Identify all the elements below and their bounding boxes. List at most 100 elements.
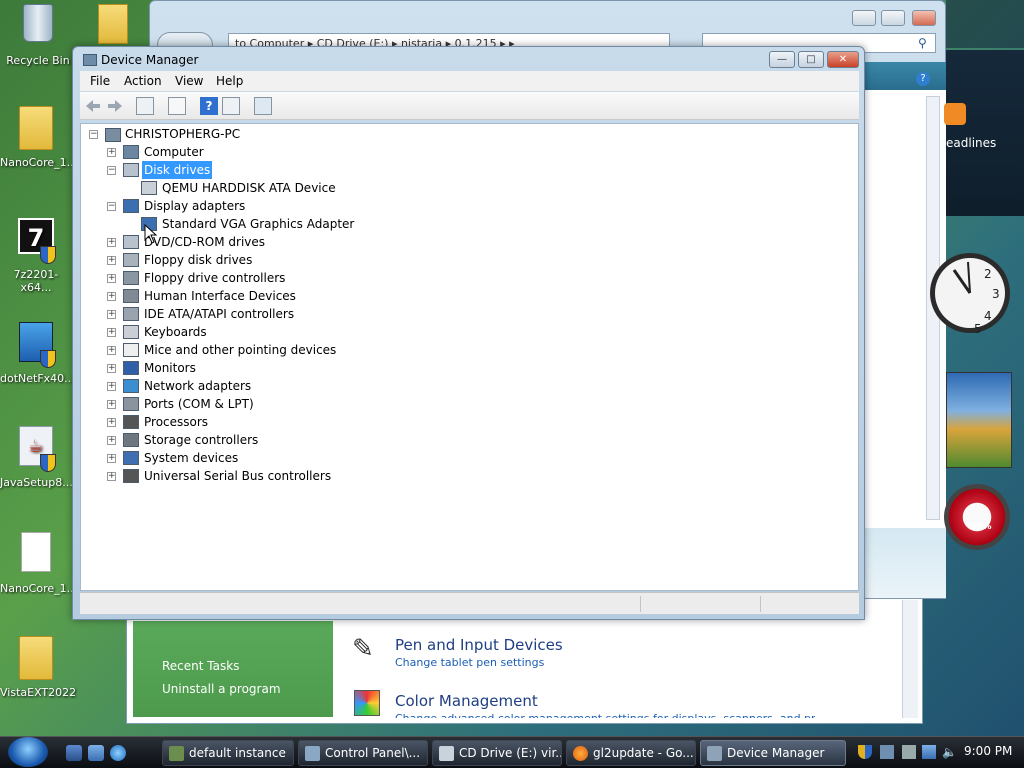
- expand-toggle[interactable]: +: [107, 436, 116, 445]
- show-hide-pane-icon[interactable]: [222, 97, 240, 115]
- menu-view[interactable]: View: [175, 74, 203, 88]
- device-category-icon: [123, 415, 139, 429]
- tree-category[interactable]: Network adapters: [142, 377, 253, 395]
- expand-toggle[interactable]: +: [107, 472, 116, 481]
- tree-category[interactable]: Floppy disk drives: [142, 251, 254, 269]
- control-panel-scrollbar[interactable]: [902, 600, 918, 718]
- expand-toggle[interactable]: +: [107, 256, 116, 265]
- desktop-icon-nanocore-file[interactable]: NanoCore_1...: [0, 532, 77, 595]
- desktop-icon-recycle-bin[interactable]: Recycle Bin: [2, 4, 74, 67]
- color-management-link[interactable]: Color Management: [395, 692, 538, 710]
- slideshow-gadget[interactable]: [946, 372, 1012, 468]
- folder-icon: [19, 106, 53, 150]
- scan-hardware-icon[interactable]: [254, 97, 272, 115]
- switch-windows-icon[interactable]: [88, 745, 104, 761]
- volume-icon[interactable]: 🔈: [942, 745, 957, 759]
- clock-time[interactable]: 9:00 PM: [964, 744, 1012, 758]
- tree-category[interactable]: Mice and other pointing devices: [142, 341, 338, 359]
- collapse-toggle[interactable]: −: [107, 202, 116, 211]
- feed-gadget[interactable]: [946, 50, 1024, 216]
- menu-action[interactable]: Action: [124, 74, 162, 88]
- menu-file[interactable]: File: [90, 74, 110, 88]
- pen-input-devices-link[interactable]: Pen and Input Devices: [395, 636, 563, 654]
- expand-toggle[interactable]: +: [107, 364, 116, 373]
- tree-category[interactable]: Universal Serial Bus controllers: [142, 467, 333, 485]
- expand-toggle[interactable]: +: [107, 274, 116, 283]
- collapse-toggle[interactable]: −: [107, 166, 116, 175]
- task-firefox[interactable]: gl2update - Go...: [566, 740, 696, 766]
- tree-category[interactable]: Disk drives: [142, 161, 213, 179]
- expand-toggle[interactable]: +: [107, 382, 116, 391]
- tree-category[interactable]: Keyboards: [142, 323, 209, 341]
- tree-category[interactable]: Processors: [142, 413, 210, 431]
- tray-device-icon[interactable]: [902, 745, 916, 759]
- properties-icon[interactable]: [168, 97, 186, 115]
- clock-gadget[interactable]: 2 3 4 5: [928, 230, 1012, 356]
- device-category-icon: [123, 469, 139, 483]
- collapse-root[interactable]: −: [89, 130, 98, 139]
- tree-category[interactable]: Human Interface Devices: [142, 287, 298, 305]
- desktop-icon-nanocore-folder[interactable]: NanoCore_1...: [0, 106, 77, 169]
- security-shield-icon[interactable]: [858, 745, 872, 759]
- task-control-panel[interactable]: Control Panel\...: [298, 740, 428, 766]
- desktop-icon-dotnet[interactable]: dotNetFx40...: [0, 322, 75, 385]
- menu-help[interactable]: Help: [216, 74, 243, 88]
- explorer-band: [864, 62, 946, 90]
- folder-icon: [19, 636, 53, 680]
- tree-category[interactable]: System devices: [142, 449, 240, 467]
- tray-app-icon[interactable]: [880, 745, 894, 759]
- desktop-icon-vistaext[interactable]: VistaEXT2022: [0, 636, 76, 699]
- internet-explorer-icon[interactable]: [110, 745, 126, 761]
- task-cd-drive[interactable]: CD Drive (E:) vir...: [432, 740, 562, 766]
- tree-category[interactable]: IDE ATA/ATAPI controllers: [142, 305, 296, 323]
- device-category-icon: [123, 235, 139, 249]
- expand-toggle[interactable]: +: [107, 400, 116, 409]
- expand-toggle[interactable]: +: [107, 238, 116, 247]
- forward-arrow-icon[interactable]: [106, 97, 124, 115]
- expand-toggle[interactable]: +: [107, 328, 116, 337]
- task-default-instance[interactable]: default instance: [162, 740, 294, 766]
- expand-toggle[interactable]: +: [107, 148, 116, 157]
- tree-category[interactable]: Ports (COM & LPT): [142, 395, 256, 413]
- tree-category[interactable]: Monitors: [142, 359, 198, 377]
- desktop-icon-java[interactable]: ☕ JavaSetup8...: [0, 426, 73, 489]
- tree-category[interactable]: Display adapters: [142, 197, 247, 215]
- console-tree-icon[interactable]: [136, 97, 154, 115]
- search-icon[interactable]: ⚲: [918, 36, 927, 50]
- uninstall-program-link[interactable]: Uninstall a program: [162, 682, 281, 696]
- bg-close-button[interactable]: [912, 10, 936, 26]
- tree-category[interactable]: Storage controllers: [142, 431, 260, 449]
- tree-category[interactable]: DVD/CD-ROM drives: [142, 233, 267, 251]
- start-button[interactable]: [8, 737, 48, 767]
- desktop-folder-icon[interactable]: [98, 4, 128, 44]
- expand-toggle[interactable]: +: [107, 454, 116, 463]
- desktop-icon-7zip[interactable]: 7 7z2201-x64...: [0, 218, 72, 294]
- back-arrow-icon[interactable]: [84, 97, 102, 115]
- mouse-cursor-icon: [144, 224, 158, 244]
- svg-text:4: 4: [984, 309, 992, 323]
- expand-toggle[interactable]: +: [107, 310, 116, 319]
- change-pen-settings-link[interactable]: Change tablet pen settings: [395, 656, 544, 669]
- expand-toggle[interactable]: +: [107, 346, 116, 355]
- expand-toggle[interactable]: +: [107, 292, 116, 301]
- expand-toggle[interactable]: +: [107, 418, 116, 427]
- tree-category[interactable]: Computer: [142, 143, 206, 161]
- cpu-meter-gadget[interactable]: [944, 484, 1010, 550]
- tree-device[interactable]: QEMU HARDDISK ATA Device: [160, 179, 338, 197]
- close-button[interactable]: ✕: [827, 51, 859, 68]
- minimize-button[interactable]: —: [769, 51, 795, 68]
- network-icon[interactable]: [922, 745, 936, 759]
- color-management-sub[interactable]: Change advanced color management setting…: [395, 712, 815, 718]
- tree-root[interactable]: CHRISTOPHERG-PC: [125, 125, 240, 143]
- show-desktop-icon[interactable]: [66, 745, 82, 761]
- bg-maximize-button[interactable]: [881, 10, 905, 26]
- maximize-button[interactable]: □: [798, 51, 824, 68]
- status-separator: [760, 596, 761, 612]
- help-icon[interactable]: ?: [916, 72, 930, 86]
- task-device-manager[interactable]: Device Manager: [700, 740, 846, 766]
- device-manager-icon: [707, 746, 722, 761]
- help-icon[interactable]: ?: [200, 97, 218, 115]
- tree-device[interactable]: Standard VGA Graphics Adapter: [160, 215, 356, 233]
- tree-category[interactable]: Floppy drive controllers: [142, 269, 287, 287]
- bg-minimize-button[interactable]: [852, 10, 876, 26]
